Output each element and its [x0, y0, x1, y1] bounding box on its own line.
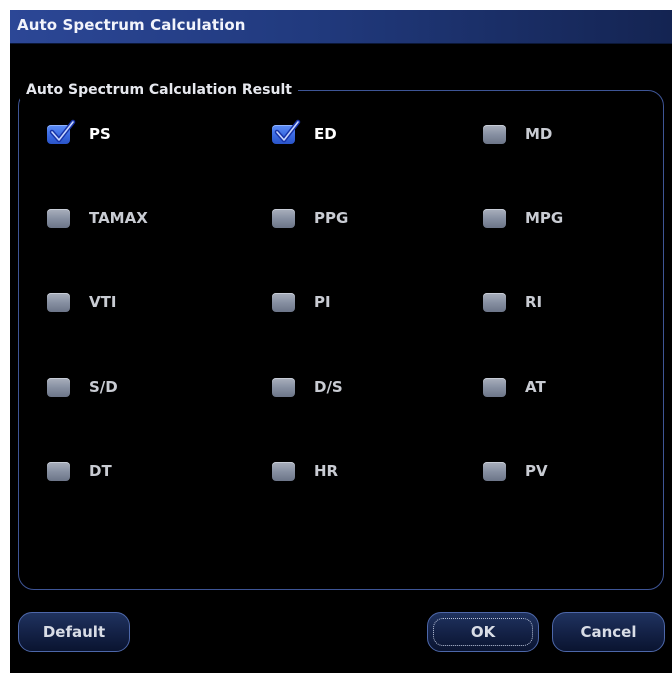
checkbox[interactable] [483, 208, 506, 228]
checkbox-item-tamax[interactable]: TAMAX [47, 205, 148, 231]
checkbox-item-s-d[interactable]: S/D [47, 374, 118, 400]
checkbox-item-pv[interactable]: PV [483, 458, 548, 484]
checkbox-label: VTI [89, 293, 117, 311]
checkbox-item-pi[interactable]: PI [272, 289, 331, 315]
checkbox[interactable] [272, 292, 295, 312]
checkbox[interactable] [272, 119, 301, 144]
dialog-title: Auto Spectrum Calculation [17, 16, 246, 34]
cancel-button-label: Cancel [580, 623, 637, 641]
checkbox-label: RI [525, 293, 543, 311]
checkbox[interactable] [47, 377, 70, 397]
group-legend: Auto Spectrum Calculation Result [20, 80, 298, 100]
checkbox-label: D/S [314, 378, 343, 396]
checkbox-item-d-s[interactable]: D/S [272, 374, 343, 400]
cancel-button[interactable]: Cancel [552, 612, 665, 652]
checkbox-label: ED [314, 125, 337, 143]
ok-button[interactable]: OK [427, 612, 539, 652]
checkbox-item-ppg[interactable]: PPG [272, 205, 348, 231]
checkbox-item-dt[interactable]: DT [47, 458, 112, 484]
checkbox-item-ed[interactable]: ED [272, 119, 337, 147]
checkbox-label: PS [89, 125, 111, 143]
checkbox[interactable] [272, 461, 295, 481]
checkbox[interactable] [483, 461, 506, 481]
checkbox[interactable] [47, 119, 76, 144]
checkbox-item-at[interactable]: AT [483, 374, 546, 400]
checkmark-icon [274, 119, 301, 142]
checkbox-item-ri[interactable]: RI [483, 289, 542, 315]
checkbox-item-ps[interactable]: PS [47, 119, 111, 147]
auto-spectrum-dialog: Auto Spectrum Calculation Auto Spectrum … [10, 10, 672, 673]
checkbox-label: HR [314, 462, 339, 480]
checkbox-label: S/D [89, 378, 118, 396]
checkbox-label: PV [525, 462, 548, 480]
checkbox[interactable] [47, 208, 70, 228]
checkbox-item-mpg[interactable]: MPG [483, 205, 563, 231]
checkbox-item-hr[interactable]: HR [272, 458, 338, 484]
checkbox-label: MPG [525, 209, 564, 227]
checkbox[interactable] [272, 377, 295, 397]
checkmark-icon [49, 119, 76, 142]
title-bar[interactable]: Auto Spectrum Calculation [10, 10, 672, 44]
checkbox-label: TAMAX [89, 209, 148, 227]
checkbox-label: PPG [314, 209, 349, 227]
checkbox[interactable] [272, 208, 295, 228]
checkbox[interactable] [483, 377, 506, 397]
checkbox[interactable] [483, 124, 506, 144]
result-group-box [18, 90, 664, 590]
default-button-label: Default [42, 623, 106, 641]
checkbox-item-md[interactable]: MD [483, 121, 552, 147]
checkbox[interactable] [47, 292, 70, 312]
checkbox-item-vti[interactable]: VTI [47, 289, 116, 315]
checkbox-label: MD [525, 125, 553, 143]
default-button[interactable]: Default [18, 612, 130, 652]
checkbox-label: PI [314, 293, 331, 311]
checkbox-label: AT [525, 378, 546, 396]
checkbox[interactable] [47, 461, 70, 481]
checkbox-label: DT [89, 462, 112, 480]
checkbox[interactable] [483, 292, 506, 312]
ok-button-label: OK [470, 623, 496, 641]
